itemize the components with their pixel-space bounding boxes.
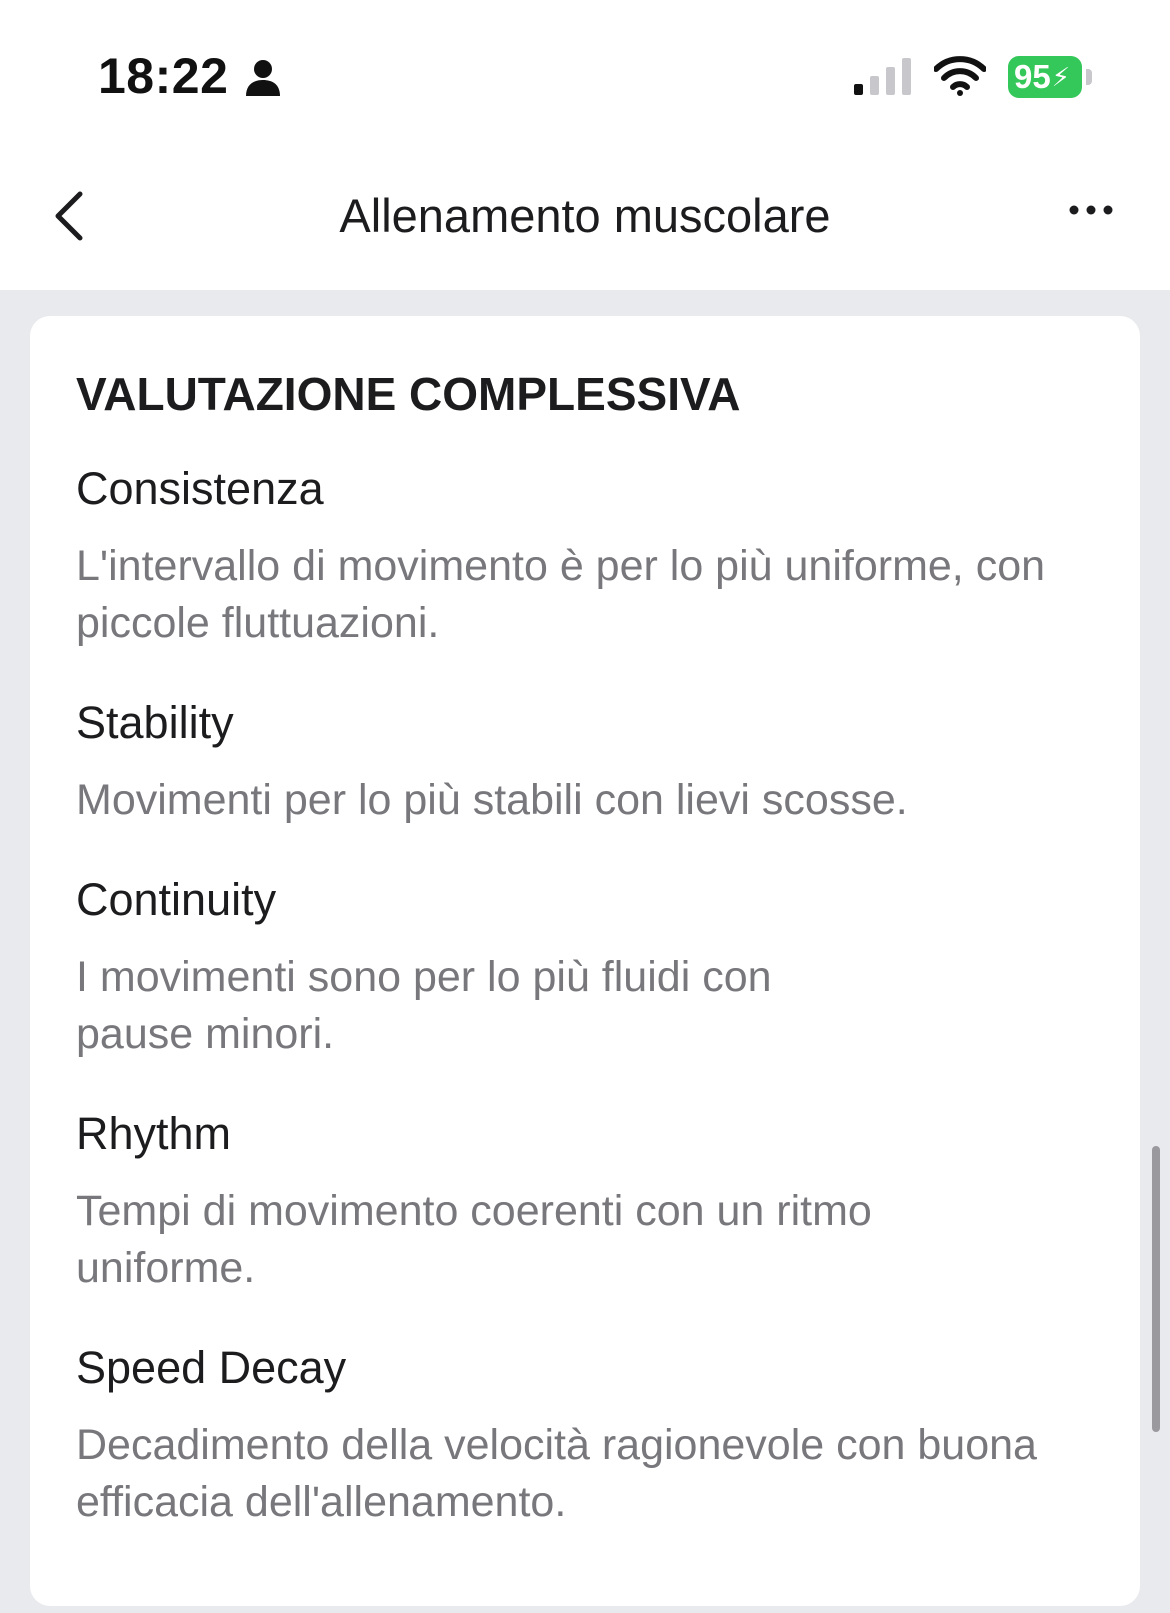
status-time: 18:22 [98, 48, 229, 104]
item-title: Rhythm [76, 1108, 232, 1159]
item-title: Consistenza [76, 463, 324, 514]
charging-bolt-icon: ⚡ [1051, 61, 1070, 92]
assessment-item-stability: Stability Movimenti per lo più stabili c… [76, 694, 1116, 829]
ellipsis-icon[interactable] [1066, 200, 1122, 232]
item-description: Tempi di movimento coerenti con un ritmo… [76, 1187, 872, 1292]
item-description: Movimenti per lo più stabili con lievi s… [76, 776, 908, 824]
assessment-item-continuity: Continuity I movimenti sono per lo più f… [76, 871, 1116, 1063]
item-description: L'intervallo di movimento è per lo più u… [76, 542, 1046, 647]
battery-cap [1086, 69, 1092, 85]
assessment-item-speed-decay: Speed Decay Decadimento della velocità r… [76, 1339, 1116, 1531]
cellular-signal-icon [854, 58, 911, 95]
assessment-item-rhythm: Rhythm Tempi di movimento coerenti con u… [76, 1105, 1116, 1297]
item-title: Continuity [76, 874, 277, 925]
wifi-icon [934, 56, 986, 96]
item-description: I movimenti sono per lo più fluidi con p… [76, 953, 772, 1058]
top-bar: 18:22 95 ⚡ Allenamento muscolare [0, 0, 1170, 290]
section-heading: VALUTAZIONE COMPLESSIVA [76, 368, 741, 420]
item-title: Speed Decay [76, 1342, 347, 1393]
assessment-card: VALUTAZIONE COMPLESSIVA Consistenza L'in… [30, 316, 1140, 1606]
scrollbar[interactable] [1152, 1146, 1160, 1432]
item-title: Stability [76, 697, 234, 748]
assessment-content: VALUTAZIONE COMPLESSIVA Consistenza L'in… [76, 364, 1116, 1573]
battery-body: 95 ⚡ [1008, 56, 1082, 98]
assessment-item-consistency: Consistenza L'intervallo di movimento è … [76, 460, 1116, 652]
person-icon [246, 60, 280, 96]
battery-level: 95 [1014, 58, 1051, 95]
item-description: Decadimento della velocità ragionevole c… [76, 1421, 1037, 1526]
battery-charging-icon: 95 ⚡ [1008, 56, 1092, 98]
page-title: Allenamento muscolare [339, 189, 831, 242]
